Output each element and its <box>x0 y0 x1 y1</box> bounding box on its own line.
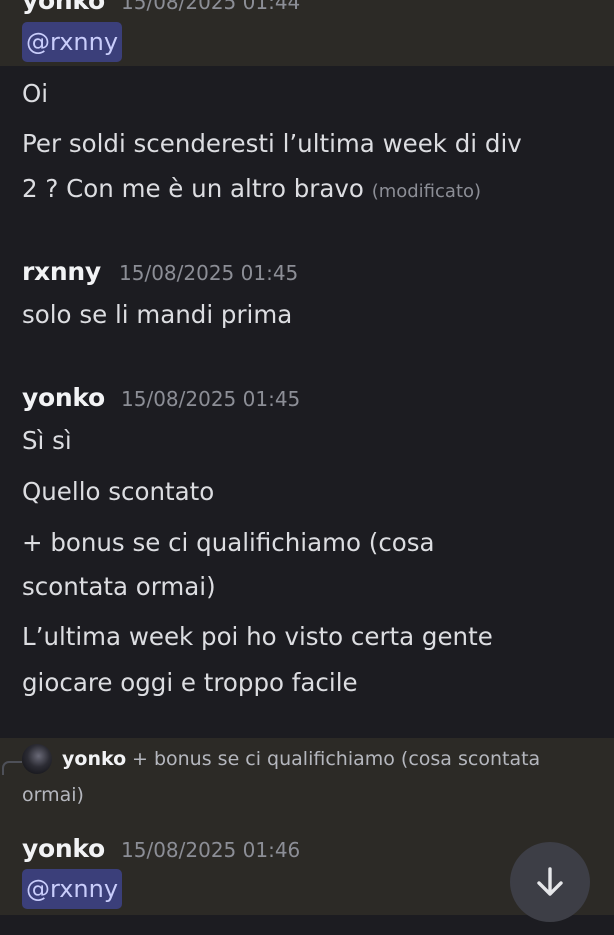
message-text: 2 ? Con me è un altro bravo (modificato) <box>22 165 481 216</box>
reply-spine <box>2 761 22 775</box>
message-text: Sì sì <box>22 426 72 455</box>
message-text: solo se li mandi prima <box>22 300 293 329</box>
avatar[interactable] <box>22 744 52 774</box>
message-text: + bonus se ci qualifichiamo (cosa <box>22 528 435 557</box>
arrow-down-icon <box>537 867 563 896</box>
message-text: Per soldi scenderesti l’ultima week di d… <box>22 129 522 158</box>
message-timestamp: 15/08/2025 01:44 <box>121 0 301 14</box>
message-text: scontata ormai) <box>22 572 216 601</box>
message-author[interactable]: rxnny <box>22 257 101 286</box>
bottom-edge <box>0 915 614 935</box>
message-timestamp: 15/08/2025 01:45 <box>119 261 299 285</box>
message-text: Oi <box>22 79 49 108</box>
user-mention[interactable]: @rxnny <box>22 22 123 62</box>
message-author[interactable]: yonko <box>22 383 105 412</box>
message-text: giocare oggi e troppo facile <box>22 668 358 697</box>
message-text: L’ultima week poi ho visto certa gente <box>22 622 493 651</box>
message-timestamp: 15/08/2025 01:45 <box>121 387 301 411</box>
message-text-line: 2 ? Con me è un altro bravo <box>22 174 364 203</box>
message-text: Quello scontato <box>22 477 215 506</box>
jump-to-bottom-button[interactable] <box>510 842 590 922</box>
message-timestamp: 15/08/2025 01:46 <box>121 838 301 862</box>
reply-author[interactable]: yonko <box>62 748 126 770</box>
message-author[interactable]: yonko <box>22 834 105 863</box>
message-author[interactable]: yonko <box>22 0 105 15</box>
user-mention[interactable]: @rxnny <box>22 869 123 909</box>
edited-label: (modificato) <box>371 181 482 202</box>
reply-preview-text[interactable]: ormai) <box>22 784 84 806</box>
reply-preview-text[interactable]: + bonus se ci qualifichiamo (cosa sconta… <box>132 748 540 770</box>
